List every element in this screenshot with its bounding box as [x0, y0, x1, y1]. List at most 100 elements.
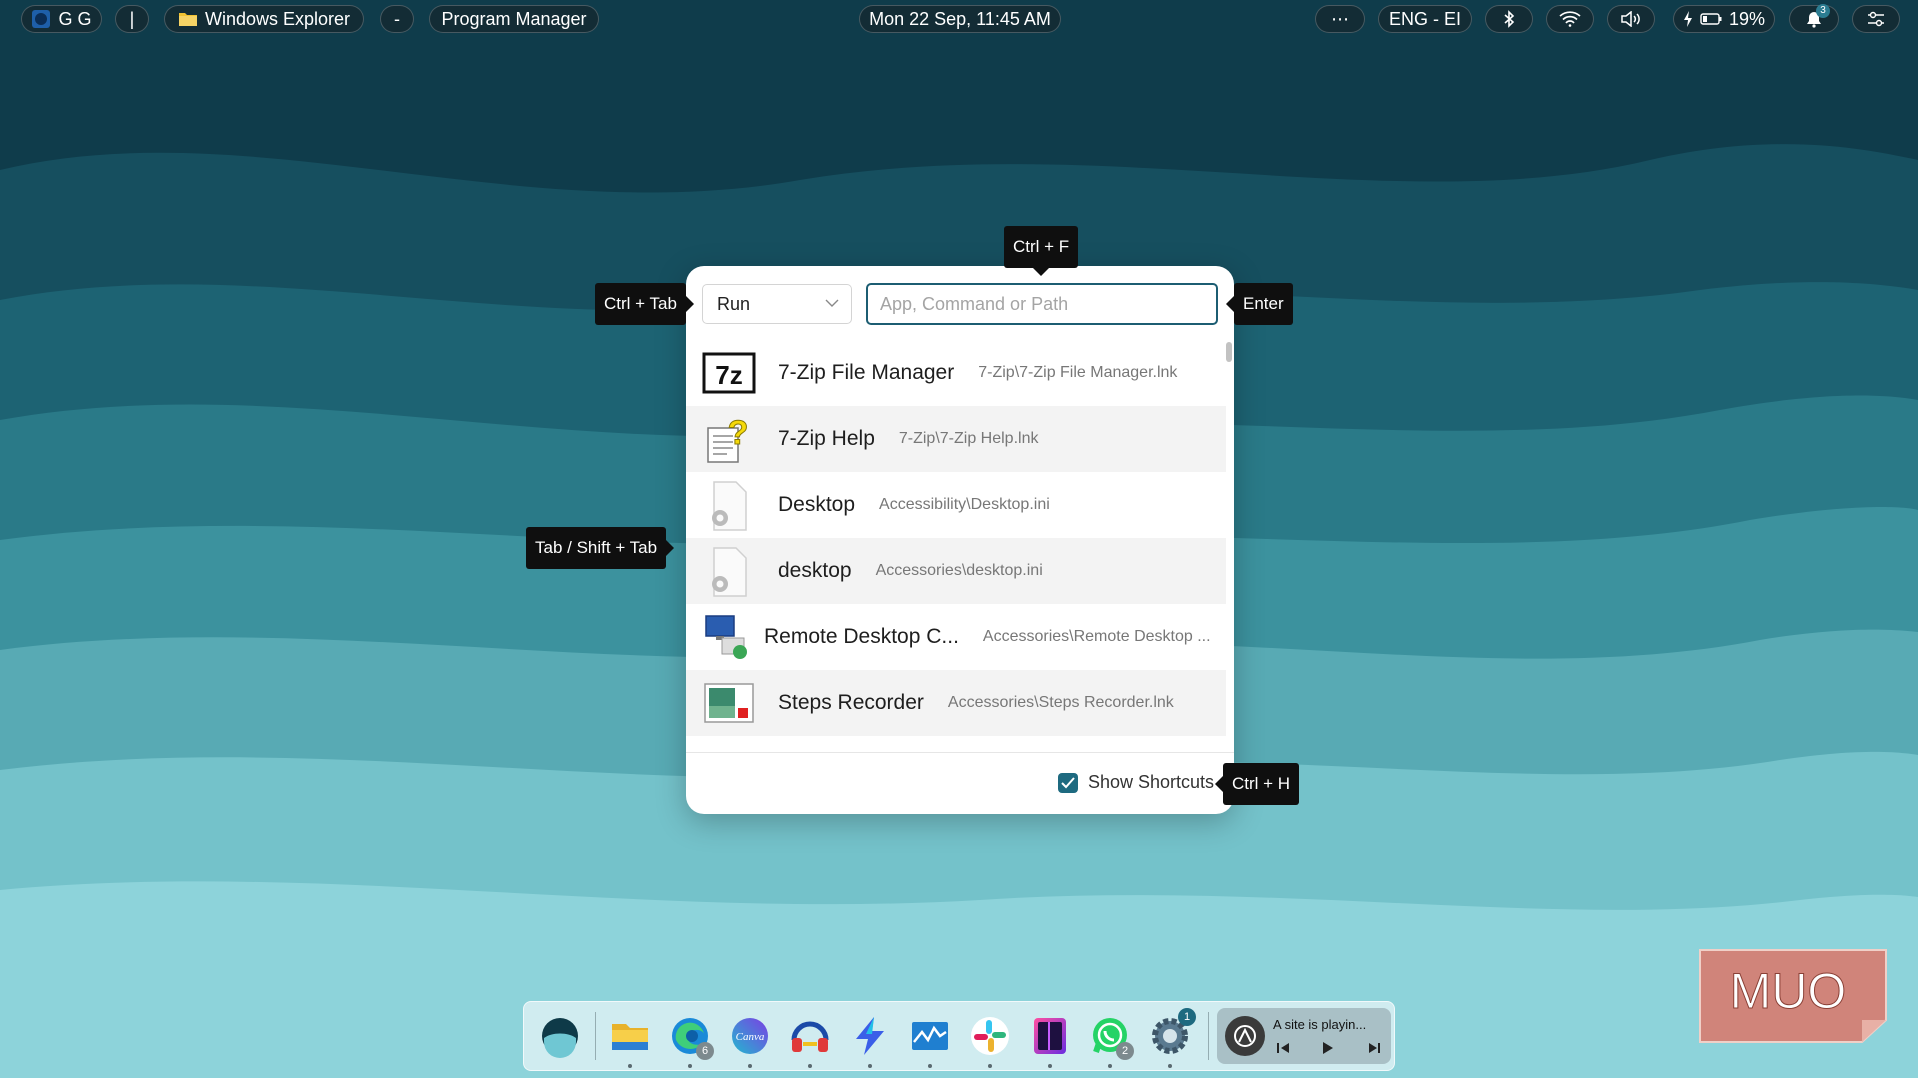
edge-icon[interactable]: 6	[668, 1014, 714, 1060]
file-explorer-icon[interactable]	[608, 1014, 652, 1058]
footer-divider	[686, 752, 1234, 753]
language-button[interactable]: ENG - EI	[1378, 5, 1472, 33]
show-shortcuts-toggle[interactable]: Show Shortcuts	[1058, 772, 1214, 793]
mode-selected-label: Run	[717, 294, 751, 314]
language-label: ENG - EI	[1388, 9, 1461, 29]
whatsapp-badge: 2	[1116, 1042, 1134, 1060]
enter-shortcut-tooltip: Enter	[1226, 283, 1293, 325]
result-item[interactable]: ? 7-Zip Help 7-Zip\7-Zip Help.lnk	[686, 406, 1226, 472]
notifications-button[interactable]: 3	[1789, 4, 1839, 33]
result-item[interactable]: 7z 7-Zip File Manager 7-Zip\7-Zip File M…	[686, 340, 1226, 406]
result-name: Remote Desktop C...	[764, 625, 959, 648]
shortcuts-toggle-tooltip: Ctrl + H	[1214, 763, 1300, 805]
search-shortcut-tooltip: Ctrl + F	[1004, 226, 1079, 276]
workspace-label: G G	[58, 9, 92, 29]
svg-text:Canva: Canva	[736, 1031, 765, 1043]
media-app-icon	[1225, 1016, 1265, 1056]
previous-track-icon	[1277, 1043, 1289, 1053]
navigate-shortcut-tooltip: Tab / Shift + Tab	[526, 527, 675, 569]
running-indicator	[928, 1064, 932, 1068]
bluetooth-icon	[1504, 10, 1515, 28]
battery-icon	[1700, 13, 1722, 25]
separator-pill: |	[115, 5, 149, 33]
notes-app-icon[interactable]	[1028, 1014, 1072, 1058]
play-icon	[1323, 1042, 1333, 1054]
media-title: A site is playin...	[1273, 1017, 1367, 1032]
dash-pill: -	[380, 5, 414, 33]
active-window-button[interactable]: Windows Explorer	[164, 5, 364, 33]
workspace-button[interactable]: G G	[21, 5, 102, 33]
result-path: 7-Zip\7-Zip File Manager.lnk	[978, 364, 1178, 381]
slack-icon[interactable]	[968, 1014, 1012, 1058]
muo-watermark: MUO	[1699, 949, 1887, 1043]
program-manager-button[interactable]: Program Manager	[429, 5, 599, 33]
mode-shortcut-tooltip: Ctrl + Tab	[595, 283, 694, 325]
result-path: Accessibility\Desktop.ini	[879, 496, 1050, 513]
steps-recorder-icon	[704, 683, 754, 723]
seelen-icon[interactable]	[538, 1014, 582, 1058]
svg-text:?: ?	[728, 414, 749, 452]
result-item[interactable]: Desktop Accessibility\Desktop.ini	[686, 472, 1226, 538]
canva-icon[interactable]: Canva	[728, 1014, 772, 1058]
more-button[interactable]: ⋯	[1315, 5, 1365, 33]
sliders-icon	[1868, 11, 1884, 27]
7zip-icon: 7z	[702, 352, 756, 394]
more-icon: ⋯	[1331, 9, 1349, 29]
result-path: Accessories\desktop.ini	[875, 562, 1043, 579]
battery-button[interactable]: 19%	[1673, 5, 1775, 33]
check-icon	[1061, 776, 1075, 788]
volume-button[interactable]	[1607, 5, 1655, 33]
notification-count-badge: 3	[1816, 4, 1830, 18]
headphones-app-icon[interactable]	[788, 1014, 832, 1058]
show-shortcuts-label: Show Shortcuts	[1088, 772, 1215, 792]
quick-settings-button[interactable]	[1852, 5, 1900, 33]
result-name: Desktop	[778, 493, 856, 516]
search-input[interactable]	[866, 283, 1218, 325]
result-item[interactable]: Remote Desktop C... Accessories\Remote D…	[686, 604, 1226, 670]
result-name: desktop	[778, 559, 852, 582]
results-scrollbar[interactable]	[1226, 342, 1232, 362]
edge-badge: 6	[696, 1042, 714, 1060]
datetime-button[interactable]: Mon 22 Sep, 11:45 AM	[859, 5, 1061, 33]
bluetooth-button[interactable]	[1485, 5, 1533, 33]
running-indicator	[748, 1064, 752, 1068]
lightning-app-icon[interactable]	[848, 1014, 892, 1058]
battery-percent: 19%	[1728, 9, 1766, 29]
datetime-label: Mon 22 Sep, 11:45 AM	[869, 9, 1051, 29]
remote-desktop-icon	[705, 615, 747, 659]
result-name: 7-Zip File Manager	[778, 361, 955, 384]
charging-icon	[1683, 11, 1692, 27]
show-shortcuts-checkbox[interactable]	[1058, 772, 1078, 793]
help-file-icon: ?	[707, 414, 749, 463]
settings-file-icon	[712, 547, 747, 597]
running-indicator	[1048, 1064, 1052, 1068]
result-name: 7-Zip Help	[778, 427, 875, 450]
result-path: 7-Zip\7-Zip Help.lnk	[898, 430, 1039, 447]
svg-text:MUO: MUO	[1730, 963, 1847, 1019]
next-track-icon	[1369, 1043, 1380, 1053]
dock-separator	[595, 1012, 596, 1060]
svg-text:7z: 7z	[715, 360, 742, 390]
running-indicator	[868, 1064, 872, 1068]
wifi-button[interactable]	[1546, 5, 1594, 33]
task-manager-icon[interactable]	[908, 1014, 952, 1058]
result-path: Accessories\Steps Recorder.lnk	[947, 694, 1174, 711]
volume-icon	[1621, 11, 1640, 27]
result-item[interactable]: desktop Accessories\desktop.ini	[686, 538, 1226, 604]
dock: 6 Canva 2 1 A site is playin...	[523, 1001, 1395, 1071]
running-indicator	[628, 1064, 632, 1068]
media-controls	[1277, 1042, 1380, 1054]
media-player[interactable]: A site is playin...	[1217, 1008, 1391, 1064]
settings-badge: 1	[1178, 1008, 1196, 1026]
dock-separator	[1208, 1012, 1209, 1060]
running-indicator	[988, 1064, 992, 1068]
result-item[interactable]: Steps Recorder Accessories\Steps Recorde…	[686, 670, 1226, 736]
results-list: 7z 7-Zip File Manager 7-Zip\7-Zip File M…	[686, 340, 1226, 738]
settings-file-icon	[712, 481, 747, 531]
whatsapp-icon[interactable]: 2	[1088, 1014, 1134, 1060]
run-dialog: Run 7z 7-Zip File Manager 7-Zip\7-Zip Fi…	[686, 266, 1234, 814]
running-indicator	[1168, 1064, 1172, 1068]
mode-select[interactable]: Run	[702, 284, 852, 324]
wifi-icon	[1559, 11, 1581, 27]
settings-icon[interactable]: 1	[1148, 1008, 1196, 1058]
